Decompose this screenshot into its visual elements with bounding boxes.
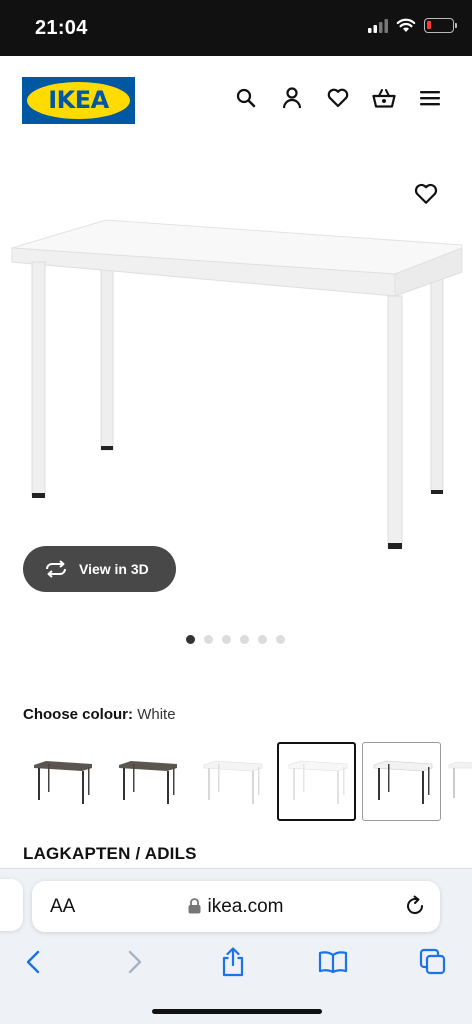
share-button[interactable]: [216, 945, 250, 979]
address-bar[interactable]: AA ikea.com: [32, 881, 440, 932]
ikea-logo[interactable]: IKEA: [22, 77, 135, 124]
carousel-dot[interactable]: [222, 635, 231, 644]
previous-tab-card[interactable]: [0, 879, 23, 931]
bookmarks-button[interactable]: [316, 945, 350, 979]
colour-swatch-white-white[interactable]: [192, 742, 271, 821]
reload-icon: [407, 895, 424, 915]
carousel-dot[interactable]: [204, 635, 213, 644]
product-image[interactable]: [0, 210, 472, 560]
product-name: LAGKAPTEN / ADILS: [23, 844, 197, 863]
forward-button[interactable]: [118, 945, 152, 979]
image-carousel-dots: [186, 635, 285, 644]
status-bar: 21:04: [0, 0, 472, 56]
favourite-button[interactable]: [414, 183, 440, 209]
status-time: 21:04: [35, 17, 88, 39]
colour-swatch-black-brown-grey[interactable]: [22, 742, 101, 821]
carousel-dot[interactable]: [186, 635, 195, 644]
back-button[interactable]: [16, 945, 50, 979]
home-indicator: [152, 1009, 322, 1014]
colour-swatch-white-black[interactable]: [362, 742, 441, 821]
tabs-icon: [419, 948, 446, 975]
url-text: ikea.com: [207, 896, 284, 917]
basket-icon[interactable]: [372, 86, 396, 110]
lock-icon: [188, 898, 201, 914]
choose-colour-heading: Choose colour: White: [23, 706, 176, 723]
carousel-dot[interactable]: [240, 635, 249, 644]
url-display[interactable]: ikea.com: [32, 896, 440, 918]
search-icon[interactable]: [234, 86, 258, 110]
cellular-signal-icon: [368, 18, 388, 33]
colour-swatch-black-brown-black[interactable]: [107, 742, 186, 821]
menu-icon[interactable]: [418, 86, 442, 110]
tabs-button[interactable]: [416, 945, 450, 979]
site-header: IKEA: [0, 56, 472, 146]
heart-icon[interactable]: [326, 86, 350, 110]
wifi-icon: [396, 18, 416, 32]
selected-colour-value: White: [137, 706, 176, 723]
share-icon: [222, 947, 244, 977]
chevron-left-icon: [26, 950, 40, 974]
reload-button[interactable]: [404, 895, 426, 922]
account-icon[interactable]: [280, 86, 304, 110]
header-icons: [234, 86, 442, 110]
status-icons: [368, 18, 457, 33]
colour-swatch-white[interactable]: [277, 742, 356, 821]
browser-toolbar: [0, 945, 472, 981]
battery-icon: [424, 18, 457, 33]
view-in-3d-button[interactable]: View in 3D: [23, 546, 176, 592]
choose-colour-label: Choose colour:: [23, 706, 134, 723]
view-in-3d-label: View in 3D: [79, 561, 149, 577]
carousel-dot[interactable]: [258, 635, 267, 644]
logo-text: IKEA: [48, 86, 109, 114]
colour-swatches: [22, 742, 472, 821]
book-icon: [318, 951, 348, 974]
carousel-dot[interactable]: [276, 635, 285, 644]
chevron-right-icon: [128, 950, 142, 974]
colour-swatch-more[interactable]: [447, 742, 472, 821]
rotate-3d-icon: [46, 560, 66, 578]
browser-bottom-bar: AA ikea.com: [0, 868, 472, 1024]
heart-outline-icon: [414, 183, 438, 204]
